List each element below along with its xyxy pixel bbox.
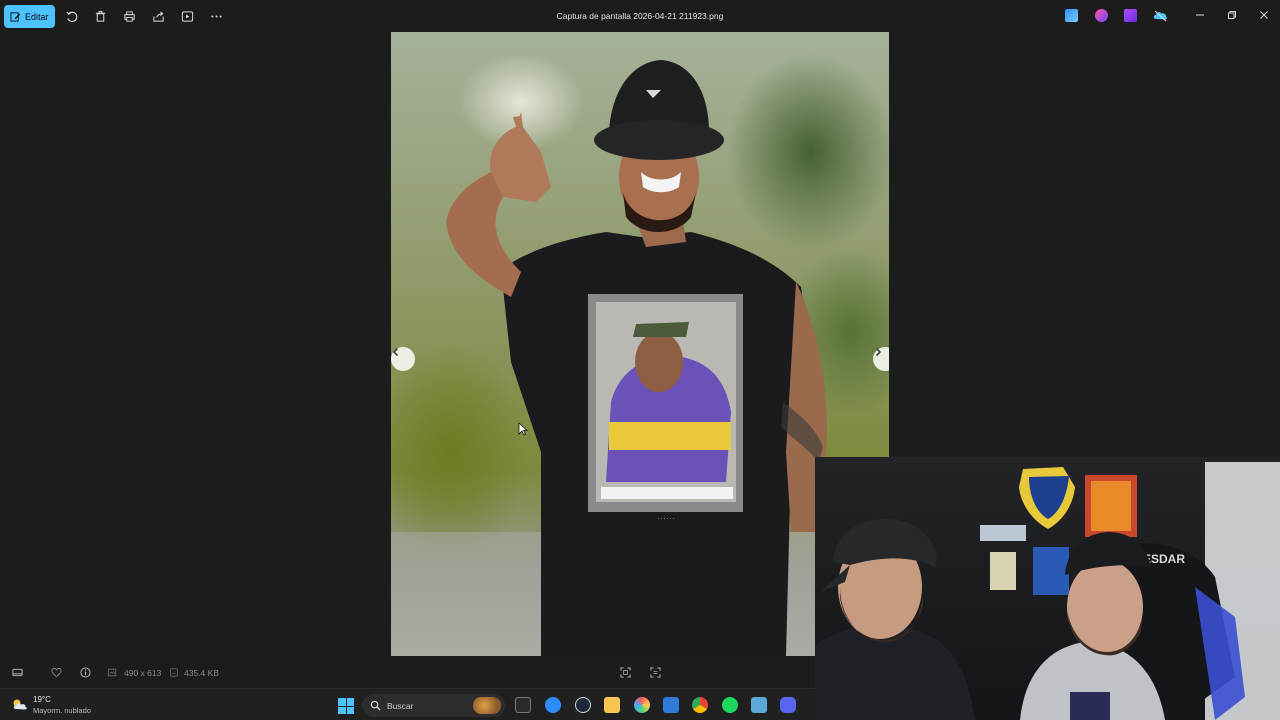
- search-placeholder: Buscar: [387, 700, 414, 711]
- previous-image-button[interactable]: [391, 347, 415, 371]
- print-icon[interactable]: [122, 9, 136, 23]
- file-size: 435.4 KB: [184, 668, 219, 678]
- weather-temperature[interactable]: 19°C: [33, 695, 51, 704]
- windows-logo-tile: [346, 698, 354, 706]
- info-icon[interactable]: [79, 666, 91, 678]
- task-view-icon[interactable]: [515, 697, 531, 713]
- image-dimensions: 490 x 613: [124, 668, 162, 678]
- share-icon[interactable]: [151, 9, 165, 23]
- spotify-icon[interactable]: [722, 697, 738, 713]
- rotate-icon[interactable]: [64, 9, 78, 23]
- windows-taskbar: 19°C Mayorm. nublado Buscar: [0, 688, 815, 720]
- close-button[interactable]: [1257, 8, 1271, 22]
- windows-logo-tile: [346, 706, 354, 714]
- edit-icon: [10, 11, 21, 22]
- minimize-button[interactable]: [1193, 8, 1207, 22]
- chevron-left-icon: [392, 347, 399, 357]
- windows-logo-tile: [338, 698, 346, 706]
- fit-to-window-icon[interactable]: [619, 666, 631, 678]
- snipping-tool-icon[interactable]: [1065, 9, 1078, 22]
- search-icon: [370, 700, 381, 711]
- filmstrip-icon[interactable]: [11, 666, 23, 678]
- actual-size-icon[interactable]: [649, 666, 661, 678]
- dimensions-icon: [107, 666, 117, 678]
- slideshow-icon[interactable]: [180, 9, 194, 23]
- top-toolbar: Editar Captura de pantalla 2026-04-21 21…: [0, 0, 1280, 32]
- file-size-icon: [169, 666, 179, 678]
- chevron-right-icon: [875, 347, 882, 357]
- photos-icon[interactable]: [634, 697, 650, 713]
- edit-button[interactable]: Editar: [4, 5, 55, 28]
- mouse-cursor-icon: [518, 422, 528, 436]
- copilot-icon[interactable]: [1095, 9, 1108, 22]
- store-icon[interactable]: [663, 697, 679, 713]
- zoom-icon[interactable]: [545, 697, 561, 713]
- status-bar: 490 x 613 435.4 KB: [0, 656, 815, 688]
- webcam-video: VESDAR: [815, 462, 1280, 720]
- weather-cloud-icon[interactable]: [11, 697, 29, 711]
- svg-text:· · · · · ·: · · · · · ·: [658, 516, 675, 522]
- photos-app-window: Editar Captura de pantalla 2026-04-21 21…: [0, 0, 1280, 720]
- more-icon[interactable]: [209, 9, 223, 23]
- taskbar-search[interactable]: Buscar: [362, 694, 505, 717]
- snipping-icon[interactable]: [751, 697, 767, 713]
- steam-icon[interactable]: [575, 697, 591, 713]
- windows-logo-tile: [338, 706, 346, 714]
- restore-button[interactable]: [1225, 8, 1239, 22]
- chrome-icon[interactable]: [692, 697, 708, 713]
- weather-condition[interactable]: Mayorm. nublado: [33, 706, 91, 715]
- folder-icon[interactable]: [604, 697, 620, 713]
- clipchamp-icon[interactable]: [1124, 9, 1137, 22]
- start-button[interactable]: [338, 698, 354, 714]
- edit-button-label: Editar: [25, 11, 49, 22]
- delete-icon[interactable]: [93, 9, 107, 23]
- webcam-overlay: VESDAR: [815, 457, 1280, 720]
- discord-icon[interactable]: [780, 697, 796, 713]
- window-title: Captura de pantalla 2026-04-21 211923.pn…: [556, 11, 724, 21]
- onedrive-icon[interactable]: [1153, 9, 1168, 22]
- search-highlight-image: [473, 697, 501, 714]
- favorite-icon[interactable]: [50, 666, 62, 678]
